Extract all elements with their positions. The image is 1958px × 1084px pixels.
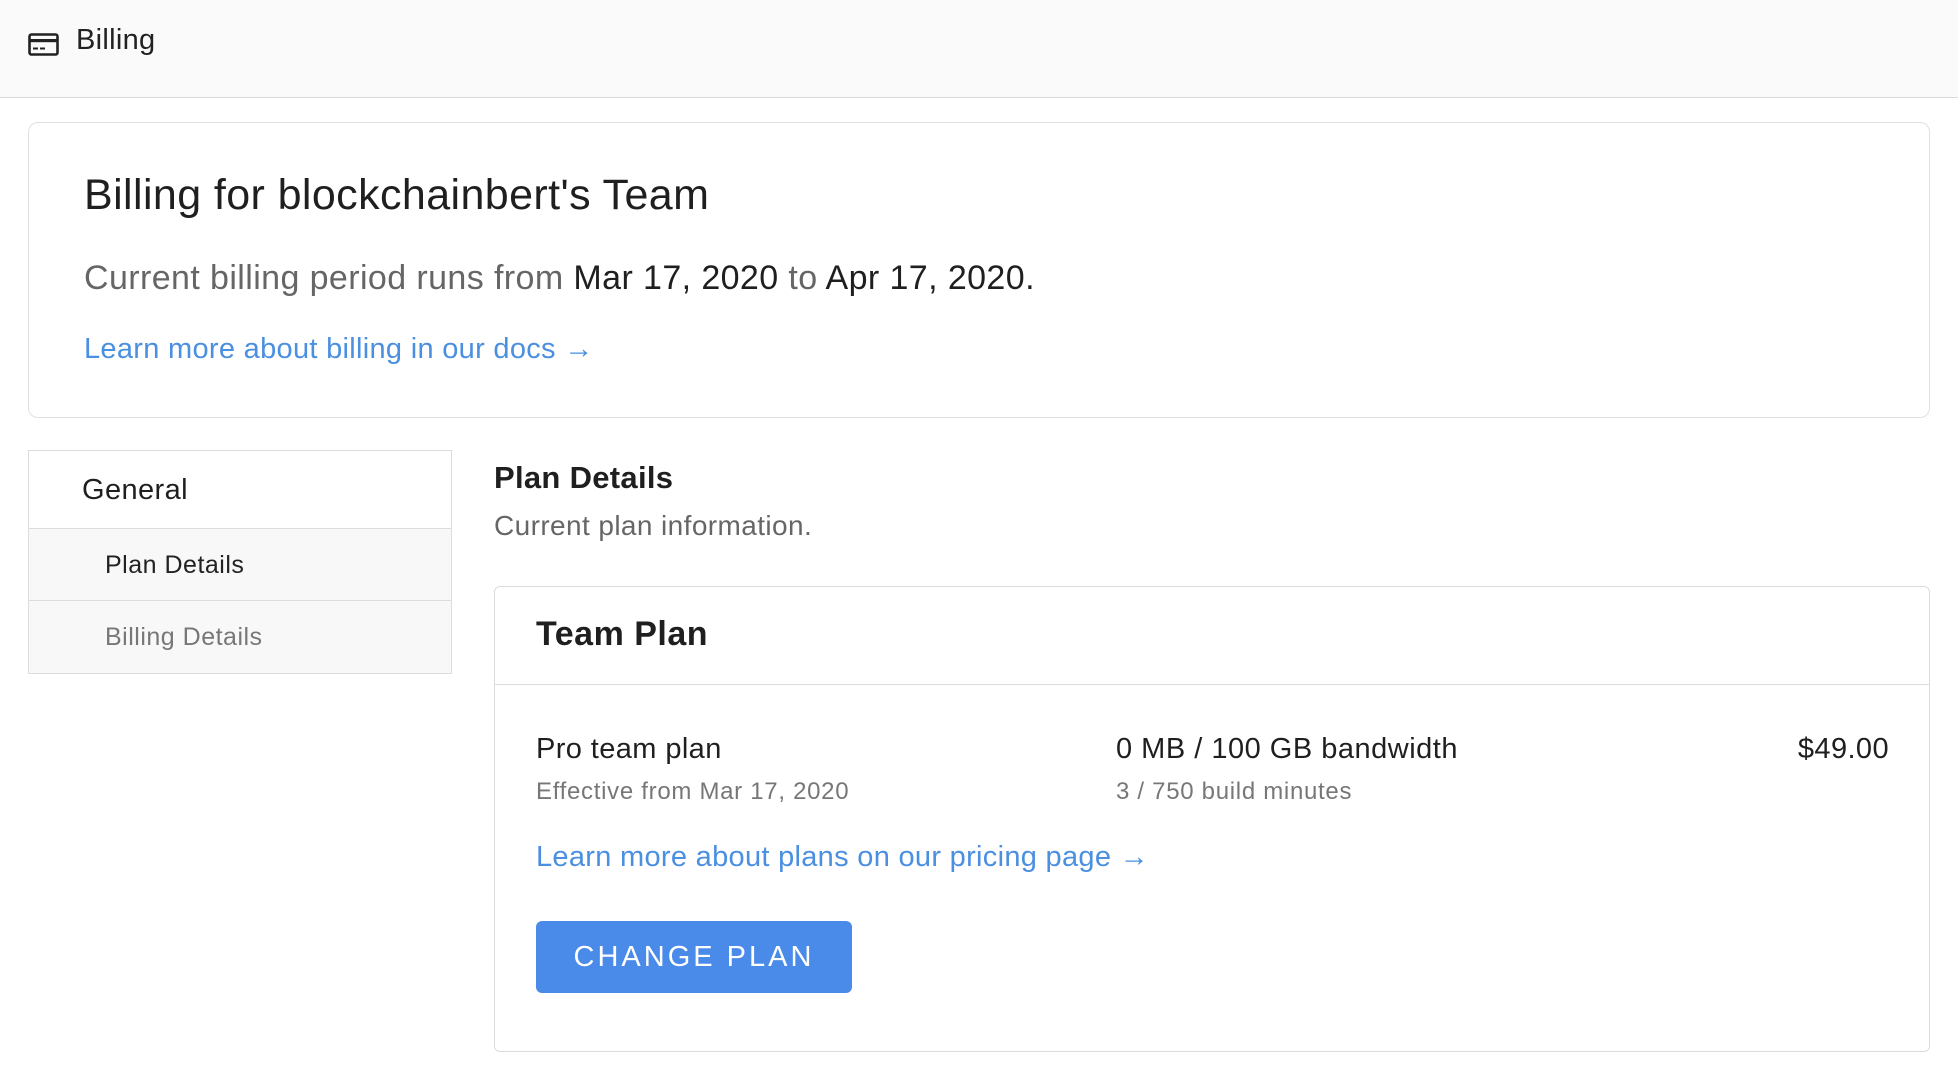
sidenav-item-plan-details[interactable]: Plan Details: [29, 529, 451, 601]
page-title: Billing: [76, 24, 156, 56]
top-bar: Billing: [0, 0, 1958, 98]
sidenav-item-billing-details[interactable]: Billing Details: [29, 601, 451, 673]
period-start-date: Mar 17, 2020: [573, 259, 779, 297]
pricing-page-link[interactable]: Learn more about plans on our pricing pa…: [536, 841, 1149, 874]
plan-name: Pro team plan: [536, 733, 722, 765]
bandwidth-usage: 0 MB / 100 GB bandwidth: [1116, 733, 1458, 765]
period-end-date: Apr 17, 2020: [825, 259, 1026, 297]
sidenav-heading-general: General: [29, 451, 451, 529]
period-suffix: .: [1025, 259, 1035, 297]
billing-docs-link[interactable]: Learn more about billing in our docs →: [84, 333, 594, 366]
team-plan-card: Team Plan Pro team plan Effective from M…: [494, 586, 1930, 1052]
plan-card-header: Team Plan: [495, 587, 1929, 685]
period-prefix: Current billing period runs from: [84, 259, 574, 297]
billing-period-text: Current billing period runs from Mar 17,…: [84, 259, 1035, 298]
plan-price: $49.00: [1797, 733, 1889, 765]
plan-details-subtitle: Current plan information.: [494, 510, 813, 541]
build-minutes-usage: 3 / 750 build minutes: [1116, 778, 1353, 805]
settings-sidenav: General Plan Details Billing Details: [28, 450, 452, 674]
credit-card-icon: [28, 33, 59, 56]
change-plan-button[interactable]: CHANGE PLAN: [536, 921, 852, 993]
period-mid: to: [778, 259, 826, 297]
billing-header-card: Billing for blockchainbert's Team Curren…: [28, 122, 1930, 418]
billing-title: Billing for blockchainbert's Team: [84, 171, 710, 219]
plan-details-heading: Plan Details: [494, 460, 674, 495]
plan-effective-date: Effective from Mar 17, 2020: [536, 778, 850, 805]
plan-card-title: Team Plan: [536, 615, 709, 653]
